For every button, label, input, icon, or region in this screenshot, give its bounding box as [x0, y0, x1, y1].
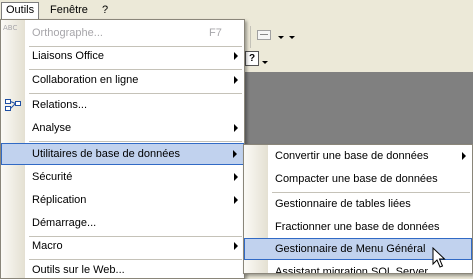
- mouse-cursor-icon: [432, 247, 446, 268]
- toolbar-dropdown-arrow-icon[interactable]: [278, 36, 284, 39]
- menu-item-label: Outils sur le Web...: [32, 264, 125, 276]
- menubar-fenetre[interactable]: Fenêtre: [46, 2, 92, 19]
- menu-item-label: Macro: [32, 240, 63, 252]
- menu-item-analyse[interactable]: Analyse: [1, 117, 244, 139]
- menu-item-label: Liaisons Office: [32, 50, 104, 62]
- spelling-abc-icon: ABC: [3, 24, 18, 32]
- menu-item-label: Analyse: [32, 122, 72, 134]
- menu-item-macro[interactable]: Macro: [1, 235, 244, 257]
- submenu-arrow-icon: [234, 124, 238, 132]
- menu-item-label: Collaboration en ligne: [32, 74, 139, 86]
- submenu-item-convertir[interactable]: Convertir une base de données: [244, 145, 472, 167]
- menu-item-relations[interactable]: Relations...: [1, 94, 244, 116]
- help-button[interactable]: ?: [245, 51, 259, 66]
- submenu-item-fractionner[interactable]: Fractionner une base de données: [244, 216, 472, 238]
- toolbar-options-chevron-icon[interactable]: [289, 36, 295, 39]
- submenu-arrow-icon: [233, 150, 237, 158]
- menu-item-label: Démarrage...: [32, 217, 97, 229]
- menubar-help[interactable]: ?: [98, 2, 112, 19]
- menu-item-replication[interactable]: Réplication: [1, 189, 244, 211]
- submenu-arrow-icon: [234, 52, 238, 60]
- menu-item-shortcut: F7: [209, 27, 222, 39]
- submenu-arrow-icon: [234, 242, 238, 250]
- menu-item-label: Réplication: [32, 194, 87, 206]
- menu-item-demarrage[interactable]: Démarrage...: [1, 212, 244, 234]
- menu-item-orthographe: ABC Orthographe... F7: [1, 22, 244, 44]
- help-dropdown-arrow-icon[interactable]: [262, 61, 268, 64]
- submenu-item-compacter[interactable]: Compacter une base de données: [244, 168, 472, 190]
- menu-item-label: Fractionner une base de données: [275, 221, 440, 233]
- submenu-arrow-icon: [234, 76, 238, 84]
- menu-item-label: Compacter une base de données: [275, 173, 438, 185]
- menu-bar: Outils Fenêtre ?: [0, 0, 473, 20]
- menu-item-label: Orthographe...: [32, 27, 103, 39]
- toolbar-separator: [250, 26, 251, 48]
- menu-item-utilitaires[interactable]: Utilitaires de base de données: [1, 143, 244, 165]
- menu-item-collaboration[interactable]: Collaboration en ligne: [1, 69, 244, 91]
- menu-item-label: Gestionnaire de tables liées: [275, 198, 411, 210]
- menu-item-liaisons-office[interactable]: Liaisons Office: [1, 45, 244, 67]
- submenu-arrow-icon: [462, 152, 466, 160]
- submenu-arrow-icon: [234, 196, 238, 204]
- menu-item-label: Gestionnaire de Menu Général: [275, 243, 426, 255]
- toolbar-shape-button[interactable]: [257, 30, 271, 40]
- document-area: [245, 72, 473, 146]
- menubar-outils[interactable]: Outils: [1, 2, 40, 19]
- menu-separator: [29, 141, 242, 142]
- menu-item-label: Sécurité: [32, 171, 73, 183]
- submenu-item-tables-liees[interactable]: Gestionnaire de tables liées: [244, 193, 472, 215]
- menu-item-outils-web[interactable]: Outils sur le Web...: [1, 259, 244, 278]
- menu-item-securite[interactable]: Sécurité: [1, 166, 244, 188]
- menu-item-label: Assistant migration SQL Server: [275, 266, 429, 274]
- menu-item-label: Relations...: [32, 99, 88, 111]
- menu-item-label: Utilitaires de base de données: [32, 148, 180, 160]
- relationships-icon: [5, 99, 21, 111]
- outils-menu: ABC Orthographe... F7 Liaisons Office Co…: [0, 19, 245, 279]
- submenu-arrow-icon: [234, 173, 238, 181]
- menu-item-label: Convertir une base de données: [275, 150, 429, 162]
